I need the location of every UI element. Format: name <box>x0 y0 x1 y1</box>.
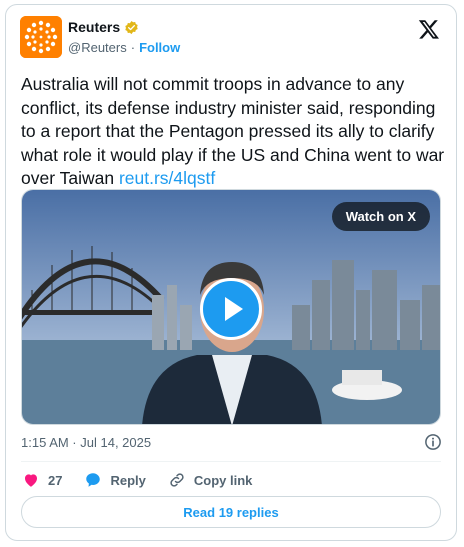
copy-link-button[interactable]: Copy link <box>168 471 253 489</box>
x-logo-icon[interactable] <box>418 18 440 40</box>
read-replies-button[interactable]: Read 19 replies <box>21 496 441 528</box>
tweet-header: Reuters @Reuters · Follow <box>20 16 440 60</box>
link-icon <box>170 473 184 487</box>
heart-icon <box>25 474 37 487</box>
reuters-logo-avatar[interactable] <box>20 16 62 58</box>
video-player[interactable]: Watch on X <box>21 189 441 425</box>
reply-bubble-icon <box>86 473 101 487</box>
reply-label: Reply <box>110 472 146 488</box>
play-icon <box>225 297 243 321</box>
play-button[interactable] <box>200 278 262 340</box>
action-bar: 27 Reply Copy link <box>22 471 274 489</box>
handle-separator: · <box>130 40 136 55</box>
tweet-timestamp[interactable]: 1:15 AM · Jul 14, 2025 <box>21 435 151 450</box>
account-handle[interactable]: @Reuters <box>68 40 127 55</box>
tweet-text: Australia will not commit troops in adva… <box>21 73 449 191</box>
handle-row: @Reuters · Follow <box>68 40 180 55</box>
reply-button[interactable]: Reply <box>84 471 146 489</box>
follow-button[interactable]: Follow <box>139 40 180 55</box>
account-name[interactable]: Reuters <box>68 19 120 35</box>
like-count: 27 <box>48 472 63 488</box>
divider <box>21 461 441 462</box>
tweet-body: Australia will not commit troops in adva… <box>21 74 445 188</box>
copy-link-label: Copy link <box>193 472 253 488</box>
like-button[interactable]: 27 <box>22 471 62 489</box>
tweet-link[interactable]: reut.rs/4lqstf <box>119 168 215 188</box>
tweet-card: Reuters @Reuters · Follow Australia will… <box>5 4 457 541</box>
watch-on-x-button[interactable]: Watch on X <box>331 202 430 231</box>
verified-badge-icon <box>125 20 138 34</box>
account-name-row: Reuters <box>68 19 139 35</box>
info-icon[interactable] <box>424 433 442 451</box>
